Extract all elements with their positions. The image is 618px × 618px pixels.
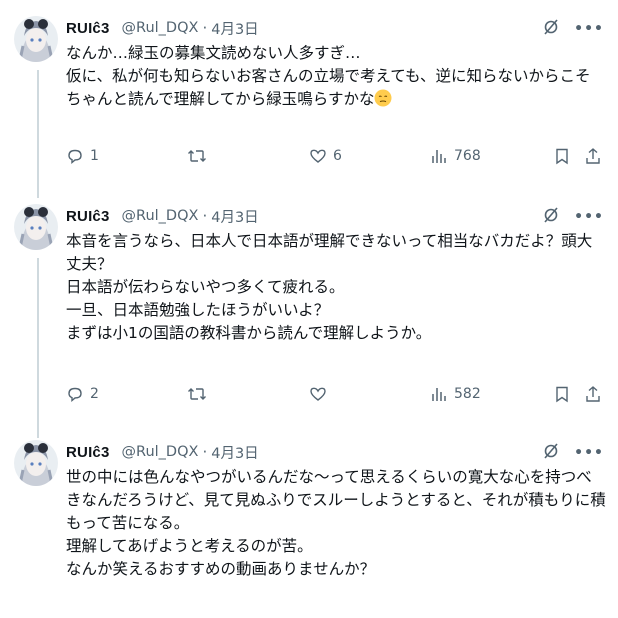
view-count: 768 — [454, 148, 481, 164]
tweet[interactable]: RUIĉ3 @Rul_DQX · 4月3日 ••• 本音を言うなら、日本人で日本… — [0, 204, 618, 424]
user-handle[interactable]: @Rul_DQX — [122, 208, 199, 224]
retweet-icon — [187, 147, 207, 165]
tweet[interactable]: RUIĉ3 @Rul_DQX · 4月3日 ••• 世の中には色んなやつがいるん… — [0, 440, 618, 618]
bookmark-icon — [553, 147, 571, 165]
like-count: 6 — [333, 148, 342, 164]
tweet-top-actions: ••• — [542, 206, 604, 228]
share-icon — [584, 147, 602, 165]
views-button[interactable]: 582 — [430, 385, 481, 403]
reply-count: 1 — [90, 148, 99, 164]
tweet-top-actions: ••• — [542, 442, 604, 464]
tweet-date[interactable]: 4月3日 — [211, 442, 258, 463]
tweet-text: 世の中には色んなやつがいるんだな〜って思えるくらいの寛大な心を持つべきなんだろう… — [66, 468, 606, 578]
grok-icon[interactable] — [542, 18, 560, 40]
avatar[interactable] — [14, 16, 58, 62]
retweet-button[interactable] — [187, 385, 213, 403]
tweet-header: RUIĉ3 @Rul_DQX · 4月3日 — [66, 442, 259, 462]
avatar[interactable] — [14, 204, 58, 250]
views-icon — [430, 147, 448, 165]
more-options-icon[interactable]: ••• — [574, 445, 604, 461]
share-button[interactable] — [584, 147, 602, 165]
grok-icon[interactable] — [542, 442, 560, 464]
views-icon — [430, 385, 448, 403]
views-button[interactable]: 768 — [430, 147, 481, 165]
tweet-top-actions: ••• — [542, 18, 604, 40]
heart-icon — [309, 385, 327, 403]
more-options-icon[interactable]: ••• — [574, 21, 604, 37]
reply-button[interactable]: 2 — [66, 385, 99, 403]
display-name[interactable]: RUIĉ3 — [66, 208, 110, 225]
tweet-text-content: なんか…緑玉の募集文読めない人多すぎ… 仮に、私が何も知らないお客さんの立場で考… — [66, 44, 591, 108]
tweet-actions: 1 6 768 — [66, 147, 606, 169]
display-name[interactable]: RUIĉ3 — [66, 444, 110, 461]
share-icon — [584, 385, 602, 403]
grok-icon[interactable] — [542, 206, 560, 228]
tweet-text: 本音を言うなら、日本人で日本語が理解できないって相当なバカだよ？頭大丈夫？ 日本… — [66, 232, 593, 342]
avatar[interactable] — [14, 440, 58, 486]
tweet[interactable]: RUIĉ3 @Rul_DQX · 4月3日 ••• なんか…緑玉の募集文読めない… — [0, 16, 618, 196]
bookmark-icon — [553, 385, 571, 403]
retweet-button[interactable] — [187, 147, 213, 165]
tweet-actions: 2 582 — [66, 385, 606, 407]
pensive-face-icon — [374, 89, 392, 107]
reply-count: 2 — [90, 386, 99, 402]
separator: · — [202, 443, 208, 461]
tweet-header: RUIĉ3 @Rul_DQX · 4月3日 — [66, 206, 259, 226]
reply-button[interactable]: 1 — [66, 147, 99, 165]
like-button[interactable]: 6 — [309, 147, 342, 165]
share-button[interactable] — [584, 385, 602, 403]
separator: · — [202, 207, 208, 225]
separator: · — [202, 19, 208, 37]
retweet-icon — [187, 385, 207, 403]
bookmark-button[interactable] — [553, 147, 571, 165]
more-options-icon[interactable]: ••• — [574, 209, 604, 225]
user-handle[interactable]: @Rul_DQX — [122, 20, 199, 36]
reply-icon — [66, 147, 84, 165]
reply-icon — [66, 385, 84, 403]
tweet-date[interactable]: 4月3日 — [211, 18, 258, 39]
user-handle[interactable]: @Rul_DQX — [122, 444, 199, 460]
like-button[interactable] — [309, 385, 333, 403]
heart-icon — [309, 147, 327, 165]
tweet-text: なんか…緑玉の募集文読めない人多すぎ… 仮に、私が何も知らないお客さんの立場で考… — [66, 42, 606, 111]
view-count: 582 — [454, 386, 481, 402]
bookmark-button[interactable] — [553, 385, 571, 403]
display-name[interactable]: RUIĉ3 — [66, 20, 110, 37]
tweet-date[interactable]: 4月3日 — [211, 206, 258, 227]
tweet-header: RUIĉ3 @Rul_DQX · 4月3日 — [66, 18, 259, 38]
